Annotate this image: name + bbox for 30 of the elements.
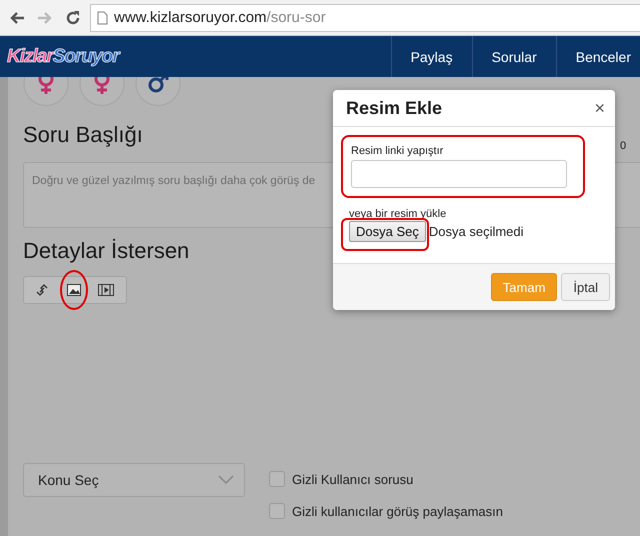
site-logo[interactable]: KizlarSoruyor	[7, 46, 119, 68]
nav-item[interactable]: Paylaş	[390, 36, 472, 77]
character-counter: 0	[620, 140, 626, 152]
close-button[interactable]: ×	[594, 98, 605, 118]
image-icon	[67, 284, 81, 296]
chevron-down-icon	[218, 475, 234, 485]
gender-option[interactable]	[23, 77, 69, 106]
url-text: www.kizlarsoruyor.com/soru-sor	[114, 9, 326, 26]
nav-item[interactable]: Benceler	[556, 36, 640, 77]
checkbox-label: Gizli Kullanıcı sorusu	[292, 472, 414, 486]
section-heading: Soru Başlığı	[23, 122, 143, 148]
checkbox-label: Gizli kullanıcılar görüş paylaşamasın	[292, 504, 503, 518]
cancel-button[interactable]: İptal	[561, 273, 610, 301]
section-heading: Detaylar İstersen	[23, 238, 190, 264]
gender-option[interactable]	[135, 77, 181, 106]
address-bar[interactable]: www.kizlarsoruyor.com/soru-sor	[90, 4, 640, 32]
upload-label: veya bir resim yükle	[349, 208, 448, 220]
checkbox[interactable]	[269, 471, 285, 487]
checkbox[interactable]	[269, 503, 285, 519]
gender-option[interactable]	[79, 77, 125, 106]
page-icon	[97, 10, 108, 24]
link-icon	[35, 283, 49, 297]
dialog-title: Resim Ekle	[346, 98, 442, 118]
film-icon	[98, 284, 114, 296]
field-label: Resim linki yapıştır	[351, 145, 444, 157]
choose-file-button[interactable]: Dosya Seç	[349, 221, 426, 242]
annotation-ring[interactable]	[60, 270, 88, 310]
topic-dropdown[interactable]: Konu Seç	[23, 463, 245, 497]
link-input-field[interactable]	[351, 160, 567, 188]
nav-item[interactable]: Sorular	[472, 36, 556, 77]
